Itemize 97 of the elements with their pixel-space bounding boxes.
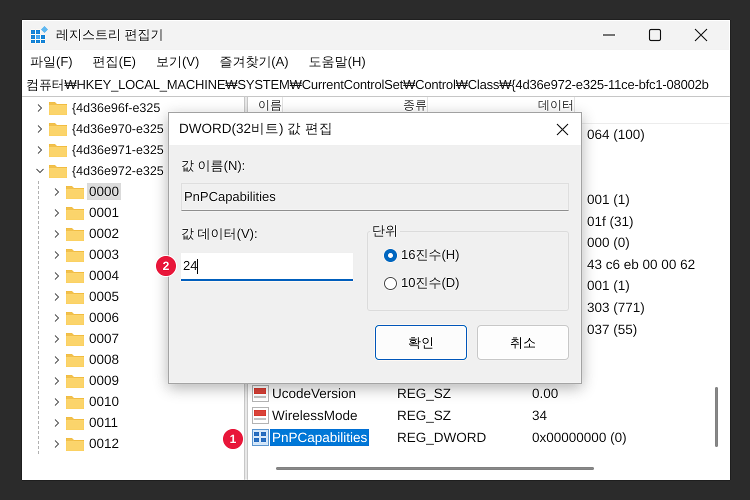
expand-chevron-icon[interactable] — [36, 146, 44, 154]
folder-icon — [66, 268, 84, 282]
tree-item[interactable]: 0000 — [87, 183, 122, 200]
expand-chevron-icon[interactable] — [36, 124, 44, 132]
close-icon[interactable] — [694, 28, 708, 42]
expand-chevron-icon[interactable] — [36, 104, 44, 112]
expand-chevron-icon[interactable] — [53, 356, 61, 364]
folder-icon — [49, 100, 67, 114]
binary-value-icon — [252, 428, 269, 446]
value-name[interactable]: UcodeVersion — [270, 385, 358, 402]
tree-item[interactable]: 0011 — [87, 414, 120, 431]
expand-chevron-icon[interactable] — [53, 334, 61, 342]
expand-chevron-icon[interactable] — [53, 376, 61, 384]
expand-chevron-icon[interactable] — [53, 314, 61, 322]
tree-item[interactable]: {4d36e971-e325 — [70, 142, 166, 158]
value-data: 0x00000000 (0) — [532, 430, 628, 445]
folder-icon — [66, 374, 84, 388]
tree-item[interactable]: 0008 — [87, 351, 122, 368]
folder-icon — [66, 226, 84, 240]
value-data: 43 c6 eb 00 00 62 — [587, 256, 696, 272]
tree-item[interactable]: 0006 — [87, 309, 122, 326]
tree-item[interactable]: 0003 — [87, 246, 122, 263]
address-bar[interactable]: 컴퓨터₩HKEY_LOCAL_MACHINE₩SYSTEM₩CurrentControlSet₩Control₩Class₩{4d36e972-e325-11ce-bfc1-08002b — [22, 74, 730, 97]
folder-icon — [66, 310, 84, 324]
value-data-field[interactable]: 24 — [181, 253, 353, 281]
expand-chevron-icon[interactable] — [53, 188, 61, 196]
value-data: 001 (1) — [587, 278, 630, 294]
tree-item[interactable]: 0005 — [87, 288, 122, 305]
value-data: 01f (31) — [587, 214, 634, 229]
menu-item[interactable]: 즐겨찾기(A) — [219, 53, 289, 71]
value-name-field: PnPCapabilities — [181, 183, 569, 211]
tree-item[interactable]: 0001 — [87, 204, 122, 221]
value-data: 0.00 — [532, 386, 560, 402]
folder-icon — [49, 142, 67, 156]
string-value-icon — [252, 385, 269, 402]
value-data: 037 (55) — [587, 322, 638, 337]
folder-icon — [66, 184, 84, 198]
field-label: 값 이름(N): — [181, 157, 246, 175]
value-data: 000 (0) — [587, 235, 630, 250]
folder-icon — [66, 248, 84, 262]
cancel-button[interactable]: 취소 — [477, 325, 569, 360]
group-label: 단위 — [370, 222, 400, 240]
folder-icon — [66, 436, 84, 450]
folder-icon — [49, 164, 67, 178]
value-name[interactable]: PnPCapabilities — [270, 428, 370, 446]
folder-icon — [66, 352, 84, 366]
menu-item[interactable]: 파일(F) — [30, 53, 73, 71]
tree-item[interactable]: 0009 — [87, 372, 122, 389]
value-data: 064 (100) — [587, 127, 645, 142]
expand-chevron-icon[interactable] — [53, 272, 61, 280]
expand-chevron-icon[interactable] — [53, 230, 61, 238]
radio-button[interactable] — [384, 276, 397, 290]
radio-label[interactable]: 10진수(D) — [401, 274, 460, 292]
tree-item[interactable]: 0007 — [87, 330, 122, 347]
radio-label[interactable]: 16진수(H) — [401, 246, 460, 264]
radio-button[interactable] — [384, 248, 397, 262]
value-type: REG_SZ — [397, 386, 452, 402]
string-value-icon — [252, 407, 269, 424]
folder-icon — [49, 122, 67, 136]
tree-item[interactable]: 0002 — [87, 225, 122, 242]
dialog-title: DWORD(32비트) 값 편집 — [179, 120, 333, 138]
tree-item[interactable]: {4d36e970-e325 — [70, 120, 166, 136]
value-data: 34 — [532, 408, 548, 424]
menu-item[interactable]: 도움말(H) — [308, 53, 366, 71]
folder-icon — [66, 416, 84, 430]
expand-chevron-icon[interactable] — [53, 208, 61, 216]
maximize-icon[interactable] — [648, 28, 662, 42]
folder-icon — [66, 206, 84, 220]
expand-chevron-icon[interactable] — [53, 418, 61, 426]
field-label: 값 데이터(V): — [181, 225, 259, 243]
folder-icon — [66, 394, 84, 408]
step-badge: 2 — [155, 255, 177, 277]
folder-icon — [66, 290, 84, 304]
tree-item[interactable]: 0010 — [87, 393, 122, 410]
collapse-chevron-icon[interactable] — [36, 166, 44, 174]
close-icon[interactable] — [556, 122, 569, 136]
value-type: REG_DWORD — [397, 430, 488, 445]
value-data: 001 (1) — [587, 192, 630, 208]
menu-item[interactable]: 보기(V) — [156, 53, 200, 71]
value-name[interactable]: WirelessMode — [270, 407, 360, 424]
tree-item[interactable]: 0012 — [87, 435, 122, 452]
tree-item[interactable]: 0004 — [87, 267, 122, 284]
scrollbar-thumb[interactable] — [276, 467, 594, 470]
value-data: 303 (771) — [587, 300, 645, 316]
registry-icon — [30, 26, 48, 44]
expand-chevron-icon[interactable] — [53, 292, 61, 300]
scrollbar-thumb[interactable] — [715, 387, 718, 447]
expand-chevron-icon[interactable] — [53, 250, 61, 258]
value-type: REG_SZ — [397, 408, 452, 424]
tree-item[interactable]: {4d36e96f-e325 — [70, 100, 162, 116]
ok-button[interactable]: 확인 — [375, 325, 467, 360]
folder-icon — [66, 332, 84, 346]
menu-item[interactable]: 편집(E) — [92, 53, 136, 71]
expand-chevron-icon[interactable] — [53, 398, 61, 406]
tree-item[interactable]: {4d36e972-e325 — [70, 162, 166, 178]
expand-chevron-icon[interactable] — [53, 440, 61, 448]
window-title: 레지스트리 편집기 — [56, 26, 164, 44]
